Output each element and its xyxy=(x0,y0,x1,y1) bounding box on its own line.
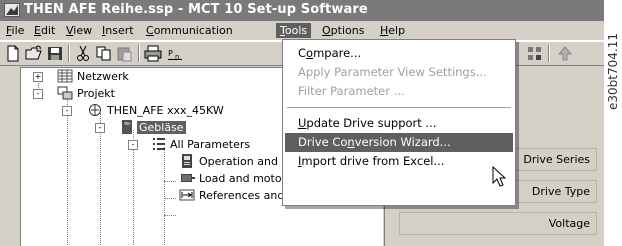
menu-view[interactable]: View xyxy=(62,23,96,38)
grid-icon[interactable] xyxy=(526,45,544,62)
menu-item-compare[interactable]: Compare... xyxy=(285,44,513,63)
toolbar-separator xyxy=(548,45,550,62)
application-window: THEN AFE Reihe.ssp - MCT 10 Set-up Softw… xyxy=(0,0,604,246)
collapse-icon[interactable]: - xyxy=(62,106,72,116)
tree-node-label: THEN_AFE xxx_45KW xyxy=(107,104,224,117)
tree-node-label: Projekt xyxy=(77,87,115,100)
menu-file[interactable]: File xyxy=(2,23,28,38)
svg-text:500: 500 xyxy=(123,121,131,126)
cut-icon[interactable] xyxy=(74,45,92,62)
up-arrow-icon[interactable] xyxy=(556,45,574,62)
open-icon[interactable] xyxy=(25,45,43,62)
list-icon xyxy=(153,138,165,150)
menu-item-filter-parameter[interactable]: Filter Parameter ... xyxy=(285,82,513,101)
menu-insert[interactable]: Insert xyxy=(98,23,138,38)
tree-node-label: Load and motor xyxy=(199,172,287,185)
tree-node-label: Gebläse xyxy=(137,121,186,134)
menu-help[interactable]: Help xyxy=(376,23,409,38)
copy-icon[interactable] xyxy=(95,45,113,62)
tree-node-label: All Parameters xyxy=(170,138,251,151)
tools-menu: Compare... Apply Parameter View Settings… xyxy=(282,39,516,206)
menu-communication[interactable]: Communication xyxy=(142,23,237,38)
collapse-icon[interactable]: - xyxy=(95,123,105,133)
drive-unit-icon xyxy=(89,104,101,116)
toolbar-separator xyxy=(68,45,70,62)
toolbar-separator xyxy=(138,45,140,62)
menu-item-update-drive-support[interactable]: Update Drive support ... xyxy=(285,114,513,133)
expand-icon[interactable]: + xyxy=(33,72,43,82)
limits-icon xyxy=(179,189,195,201)
collapse-icon[interactable]: - xyxy=(128,140,138,150)
motor-icon xyxy=(181,174,195,182)
window-title: THEN AFE Reihe.ssp - MCT 10 Set-up Softw… xyxy=(24,2,368,17)
voltage-field: Voltage xyxy=(399,212,597,235)
menu-item-drive-conversion-wizard[interactable]: Drive Conversion Wizard... xyxy=(285,133,513,152)
menu-options[interactable]: Options xyxy=(318,23,368,38)
menu-edit[interactable]: Edit xyxy=(30,23,59,38)
menu-separator xyxy=(287,107,511,108)
mouse-cursor-icon xyxy=(492,166,507,187)
title-bar[interactable]: THEN AFE Reihe.ssp - MCT 10 Set-up Softw… xyxy=(0,0,604,21)
app-icon xyxy=(4,3,20,17)
menu-bar: File Edit View Insert Communication Tool… xyxy=(0,21,604,41)
paste-icon[interactable] xyxy=(116,45,134,62)
network-icon xyxy=(57,69,73,83)
menu-item-apply-parameter-view-settings[interactable]: Apply Parameter View Settings... xyxy=(285,63,513,82)
collapse-icon[interactable]: - xyxy=(33,89,43,99)
drive-icon: 500 xyxy=(122,120,132,134)
menu-item-import-drive-from-excel[interactable]: Import drive from Excel... xyxy=(285,152,513,171)
svg-text:P: P xyxy=(168,49,173,58)
figure-id-tag: e30bt704.11 xyxy=(606,33,620,110)
project-icon xyxy=(57,86,73,100)
tree-node-label: Netzwerk xyxy=(77,70,129,83)
save-icon[interactable] xyxy=(46,45,64,62)
tree-line xyxy=(164,215,176,216)
print-icon[interactable] xyxy=(144,45,162,62)
new-icon[interactable] xyxy=(4,45,22,62)
menu-tools[interactable]: Tools xyxy=(276,23,312,38)
parameter-icon[interactable]: P n xyxy=(166,45,184,62)
display-icon xyxy=(182,154,192,168)
